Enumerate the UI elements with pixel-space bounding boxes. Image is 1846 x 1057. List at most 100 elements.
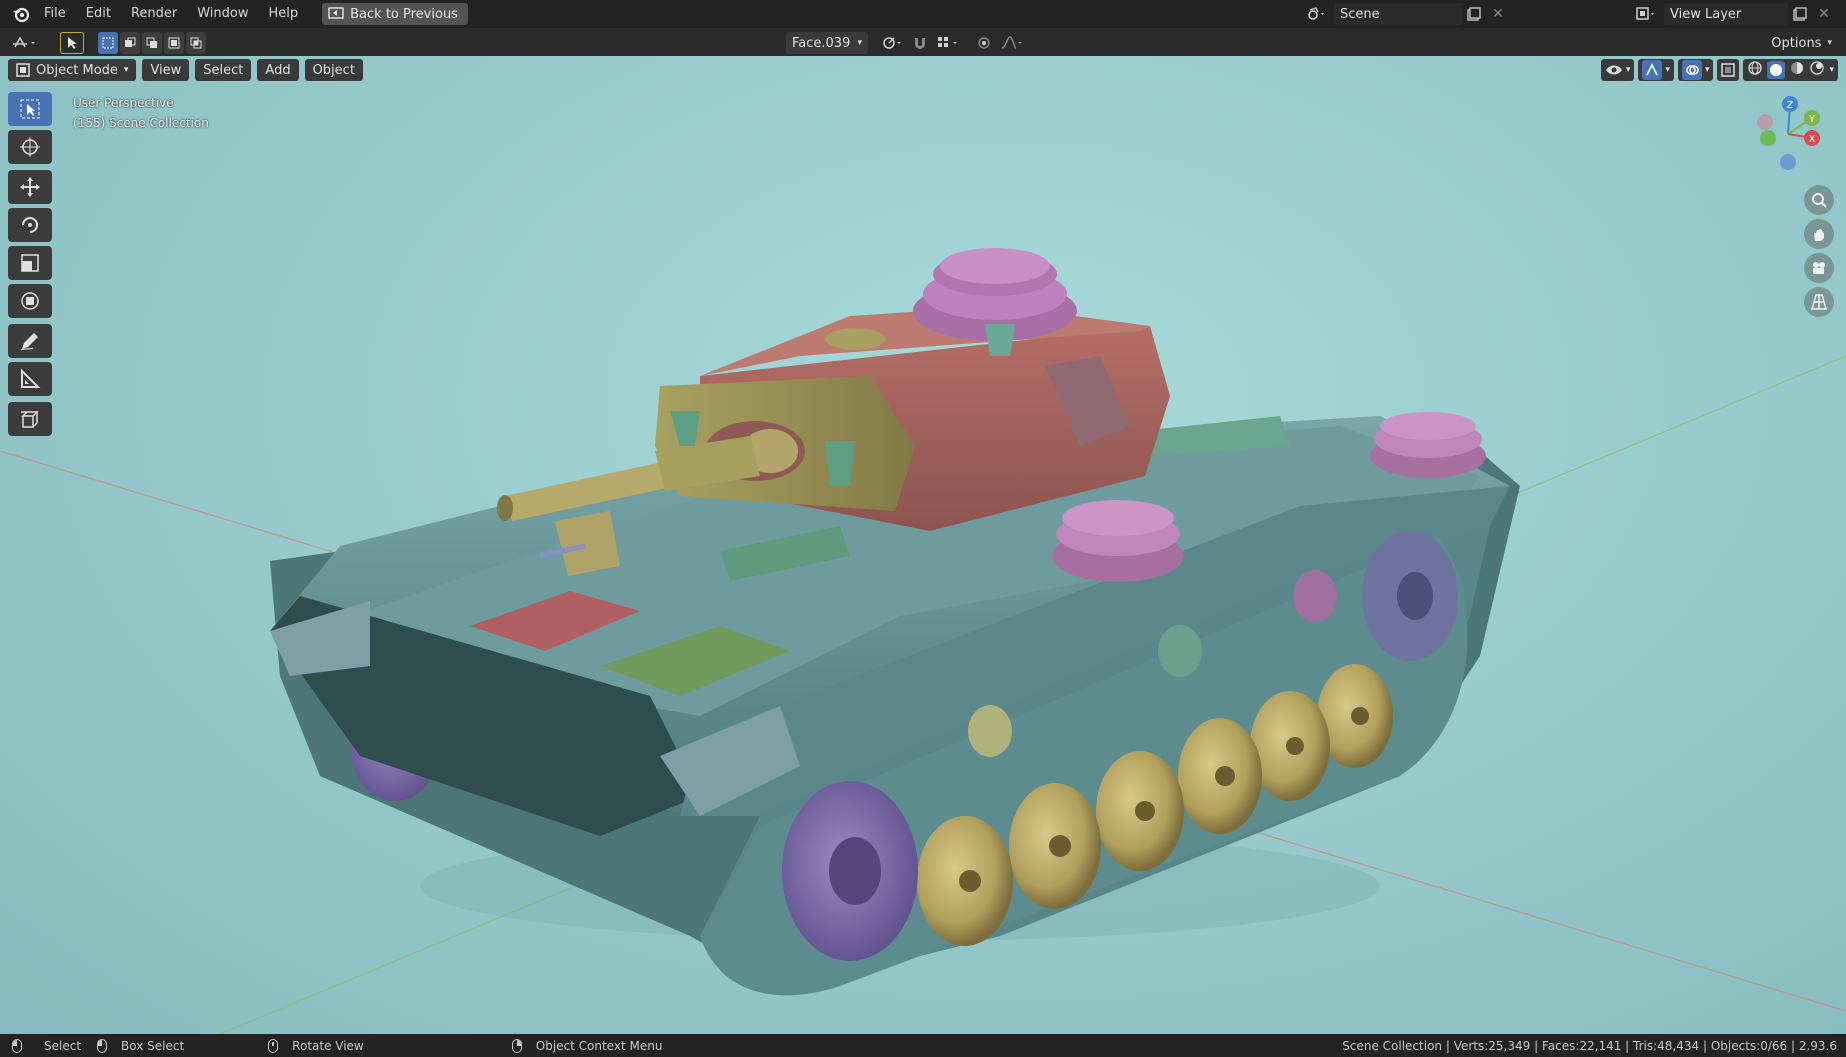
menu-file[interactable]: File	[34, 0, 76, 28]
transform-icon	[21, 292, 39, 310]
gizmo-z-label: Z	[1787, 100, 1794, 111]
select-menu[interactable]: Select	[195, 59, 252, 81]
new-scene-icon[interactable]	[1462, 3, 1486, 25]
cursor-tool[interactable]	[8, 130, 52, 164]
view-layer-name: View Layer	[1670, 6, 1742, 22]
transform-tool[interactable]	[8, 284, 52, 318]
pivot-snap-group	[880, 32, 1024, 54]
status-box-select: Box Select	[97, 1038, 185, 1053]
face-selector-dropdown[interactable]: Face.039 ▾	[786, 32, 868, 54]
eye-icon	[1605, 65, 1622, 75]
blender-logo-icon[interactable]	[8, 3, 34, 25]
overlay-toggle[interactable]: ▾	[1677, 59, 1714, 81]
pencil-icon	[20, 333, 38, 351]
menu-window[interactable]: Window	[187, 0, 258, 28]
3d-viewport[interactable]: Object Mode ▾ View Select Add Object ▾ ▾…	[0, 56, 1846, 1034]
add-cube-icon	[21, 411, 39, 428]
status-box-select-label: Box Select	[121, 1038, 185, 1053]
select-tool-indicator-icon[interactable]	[60, 32, 84, 54]
menu-help[interactable]: Help	[259, 0, 309, 28]
perspective-label: User Perspective	[73, 96, 174, 110]
view-layer-name-field[interactable]: View Layer	[1664, 3, 1788, 25]
annotate-tool[interactable]	[8, 324, 52, 358]
gizmo-icon	[1642, 60, 1663, 80]
pan-hand-icon[interactable]	[1804, 219, 1834, 249]
options-dropdown[interactable]: Options ▾	[1765, 32, 1838, 54]
tool-settings-bar: Face.039 ▾ Options ▾	[0, 28, 1846, 58]
add-cube-tool[interactable]	[8, 402, 52, 436]
new-view-layer-icon[interactable]	[1788, 3, 1812, 25]
rotate-tool[interactable]	[8, 208, 52, 242]
view-layer-browse-icon[interactable]	[1634, 3, 1658, 25]
scale-icon	[21, 254, 39, 272]
middle-mouse-icon	[268, 1038, 279, 1053]
delete-view-layer-icon[interactable]: ✕	[1812, 3, 1836, 25]
material-shading-icon[interactable]	[1789, 60, 1805, 80]
menu-render[interactable]: Render	[121, 0, 187, 28]
back-to-previous-button[interactable]: Back to Previous	[322, 3, 468, 25]
crosshair-icon	[20, 137, 40, 157]
navigation-gizmo[interactable]: Z Y X	[1748, 92, 1828, 172]
shading-modes: ▾	[1743, 59, 1838, 81]
gizmo-toggle[interactable]: ▾	[1638, 59, 1674, 81]
measure-tool[interactable]	[8, 362, 52, 396]
status-context-menu: Object Context Menu	[511, 1038, 662, 1053]
scene-selector: Scene ✕	[1304, 3, 1510, 25]
move-arrows-icon	[20, 177, 40, 197]
back-screen-icon	[328, 7, 344, 19]
chevron-down-icon: ▾	[857, 38, 862, 48]
camera-view-icon[interactable]	[1804, 253, 1834, 283]
object-mode-label: Object Mode	[36, 62, 118, 78]
cursor-arrow-icon	[20, 99, 40, 119]
view-menu[interactable]: View	[142, 59, 190, 81]
status-rotate-view-label: Rotate View	[292, 1038, 364, 1053]
options-label: Options	[1771, 35, 1822, 51]
overlay-icon	[1681, 60, 1702, 80]
mode-set-icon[interactable]	[98, 32, 118, 54]
scale-tool[interactable]	[8, 246, 52, 280]
solid-shading-icon[interactable]	[1767, 61, 1786, 79]
menu-edit[interactable]: Edit	[76, 0, 121, 28]
mode-extend-icon[interactable]	[120, 32, 140, 54]
object-mode-dropdown[interactable]: Object Mode ▾	[8, 59, 137, 81]
transform-orientation-icon[interactable]	[880, 32, 904, 54]
scene-render	[0, 248, 1846, 1034]
mode-difference-icon[interactable]	[164, 32, 184, 54]
chevron-down-icon: ▾	[1827, 38, 1832, 48]
chevron-down-icon: ▾	[1704, 65, 1710, 75]
proportional-edit-icon[interactable]	[972, 32, 996, 54]
chevron-down-icon: ▾	[1665, 65, 1670, 75]
falloff-curve-icon[interactable]	[1000, 32, 1024, 54]
rendered-shading-icon[interactable]	[1809, 60, 1825, 80]
add-menu[interactable]: Add	[257, 59, 299, 81]
left-mouse-icon	[12, 1038, 22, 1053]
object-menu[interactable]: Object	[304, 59, 363, 81]
back-to-previous-label: Back to Previous	[350, 6, 458, 22]
mode-intersect-icon[interactable]	[186, 32, 206, 54]
delete-scene-icon[interactable]: ✕	[1486, 3, 1510, 25]
mode-subtract-icon[interactable]	[142, 32, 162, 54]
move-tool[interactable]	[8, 170, 52, 204]
editor-type-icon[interactable]	[8, 32, 42, 54]
rotate-icon	[22, 217, 38, 233]
scene-statistics: Scene Collection | Verts:25,349 | Faces:…	[1342, 1038, 1837, 1053]
gizmo-x-label: X	[1809, 134, 1816, 145]
chevron-down-icon: ▾	[123, 65, 129, 75]
snap-target-icon[interactable]	[936, 32, 960, 54]
zoom-icon[interactable]	[1804, 185, 1834, 215]
gizmo-y-label: Y	[1808, 114, 1816, 125]
select-box-tool[interactable]	[8, 92, 52, 126]
snap-magnet-icon[interactable]	[908, 32, 932, 54]
view-layer-selector: View Layer ✕	[1634, 3, 1836, 25]
scene-name-field[interactable]: Scene	[1334, 3, 1462, 25]
wireframe-shading-icon[interactable]	[1747, 60, 1763, 80]
scene-browse-icon[interactable]	[1304, 3, 1328, 25]
xray-toggle[interactable]	[1717, 59, 1740, 81]
top-menu-bar: File Edit Render Window Help Back to Pre…	[0, 0, 1846, 28]
status-bar: Select Box Select Rotate View Object Con…	[0, 1034, 1846, 1057]
perspective-grid-icon[interactable]	[1804, 287, 1834, 317]
drag-mouse-icon	[97, 1038, 108, 1053]
viewport-shading-header: ▾ ▾ ▾ ▾	[1600, 59, 1838, 81]
visibility-dropdown[interactable]: ▾	[1600, 59, 1635, 81]
chevron-down-icon: ▾	[1829, 65, 1834, 75]
